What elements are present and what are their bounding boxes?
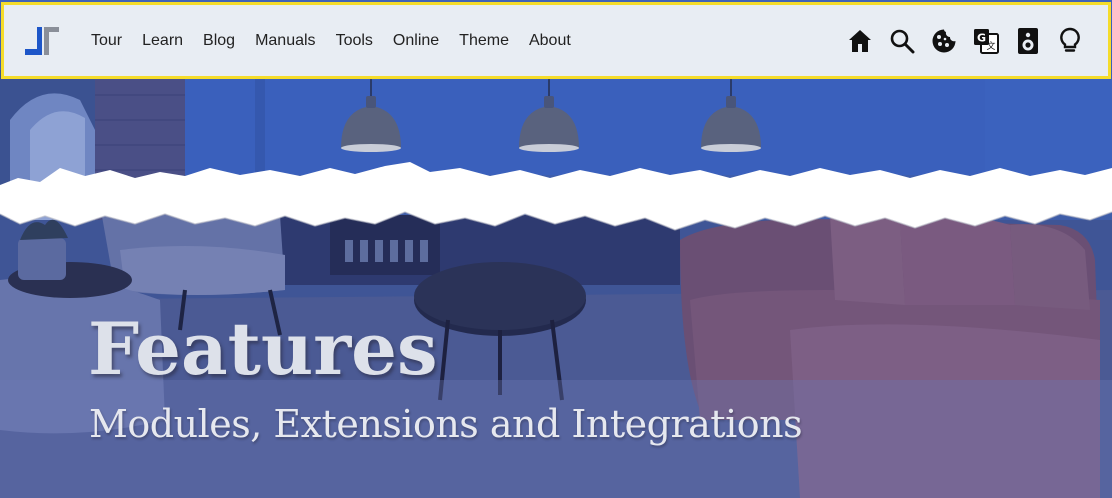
svg-text:文: 文 — [986, 40, 995, 52]
home-icon[interactable] — [846, 27, 874, 55]
nav-link-about[interactable]: About — [529, 32, 571, 50]
page-subtitle: Modules, Extensions and Integrations — [89, 402, 803, 446]
nav-link-tour[interactable]: Tour — [91, 32, 122, 50]
nav-link-online[interactable]: Online — [393, 32, 439, 50]
translate-icon[interactable]: G文 — [972, 27, 1000, 55]
top-navbar: Tour Learn Blog Manuals Tools Online The… — [1, 2, 1111, 79]
nav-link-tools[interactable]: Tools — [336, 32, 373, 50]
main-menu: Tour Learn Blog Manuals Tools Online The… — [91, 5, 591, 76]
svg-text:G: G — [977, 32, 986, 45]
cookie-icon[interactable] — [930, 27, 958, 55]
search-icon[interactable] — [888, 27, 916, 55]
lightbulb-icon[interactable] — [1056, 27, 1084, 55]
nav-link-learn[interactable]: Learn — [142, 32, 183, 50]
site-logo[interactable] — [23, 25, 61, 59]
nav-link-theme[interactable]: Theme — [459, 32, 509, 50]
page-title: Features — [88, 306, 438, 391]
nav-link-blog[interactable]: Blog — [203, 32, 235, 50]
nav-link-manuals[interactable]: Manuals — [255, 32, 315, 50]
speaker-icon[interactable] — [1014, 27, 1042, 55]
nav-icon-bar: G文 — [832, 27, 1084, 55]
